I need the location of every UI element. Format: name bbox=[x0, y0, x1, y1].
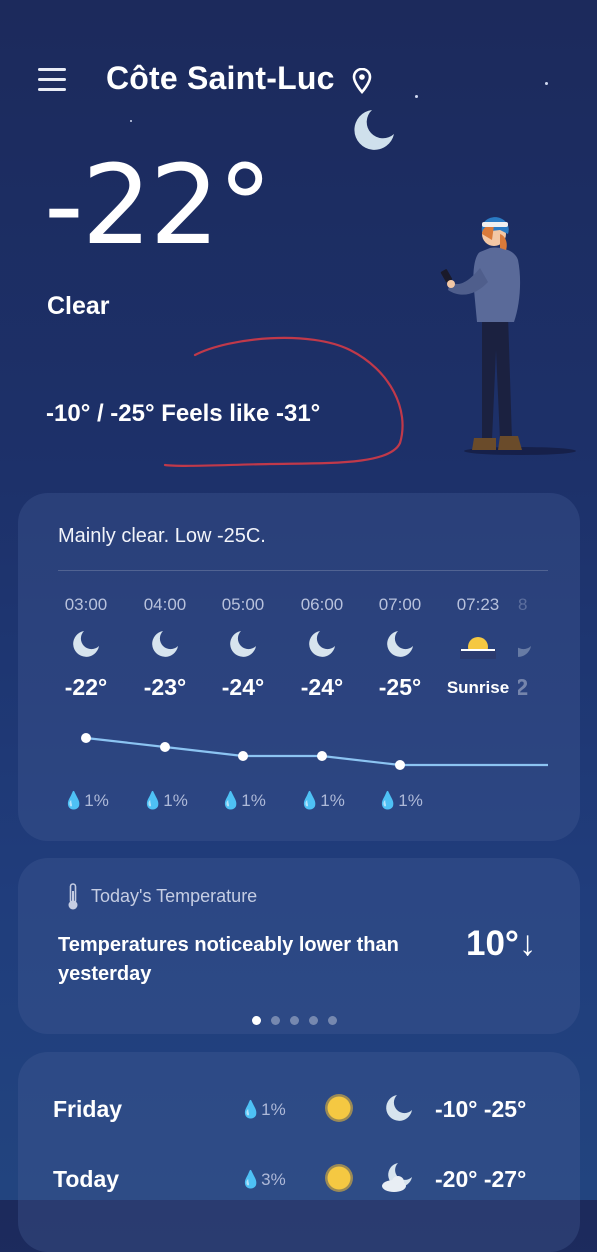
divider bbox=[58, 570, 548, 571]
sun-icon bbox=[325, 1164, 353, 1192]
hour-time: 05:00 bbox=[221, 595, 265, 614]
hour-temperature: -2 bbox=[518, 674, 529, 700]
moon-icon bbox=[152, 631, 178, 657]
trend-point bbox=[317, 751, 327, 761]
moon-icon bbox=[387, 631, 413, 657]
person-illustration bbox=[440, 217, 576, 455]
hourly-item[interactable]: 04:00 -23° bbox=[125, 595, 205, 701]
day-name: Friday bbox=[53, 1096, 123, 1122]
raindrop-icon: 💧 bbox=[377, 791, 399, 810]
hourly-item-sunrise[interactable]: 07:23 Sunrise bbox=[438, 595, 518, 698]
todays-temperature-message: Temperatures noticeably lower than yeste… bbox=[58, 934, 399, 985]
trend-point bbox=[395, 760, 405, 770]
temperature-difference: 10°↓ bbox=[466, 924, 537, 963]
day-temperatures: -20° -27° bbox=[435, 1166, 527, 1192]
hour-temperature: -22° bbox=[64, 674, 108, 700]
hour-temperature: -23° bbox=[143, 674, 187, 700]
location-pin-icon[interactable] bbox=[352, 68, 372, 94]
hourly-item[interactable]: 03:00 -22° bbox=[46, 595, 126, 701]
page-dot[interactable] bbox=[309, 1016, 318, 1025]
hourly-item[interactable]: 05:00 -24° bbox=[203, 595, 283, 701]
hourly-item[interactable]: 06:00 -24° bbox=[282, 595, 362, 701]
day-precipitation: 💧1% bbox=[240, 1100, 286, 1119]
hour-precipitation: 💧1% bbox=[377, 791, 423, 810]
hour-precipitation: 💧1% bbox=[220, 791, 266, 810]
moon-icon bbox=[309, 631, 335, 657]
hour-precipitation: 💧1% bbox=[63, 791, 109, 810]
raindrop-icon: 💧 bbox=[220, 791, 242, 810]
hour-precipitation: 💧1% bbox=[142, 791, 188, 810]
hour-precipitation: 💧1% bbox=[299, 791, 345, 810]
hourly-item[interactable]: 07:00 -25° bbox=[360, 595, 440, 701]
menu-button[interactable] bbox=[38, 66, 68, 94]
star-decoration bbox=[545, 82, 548, 85]
page-dot[interactable] bbox=[328, 1016, 337, 1025]
hour-temperature: -25° bbox=[378, 674, 422, 700]
trend-point bbox=[238, 751, 248, 761]
page-dot[interactable] bbox=[290, 1016, 299, 1025]
hour-time: 08 bbox=[518, 595, 528, 614]
hourly-forecast-card[interactable]: Mainly clear. Low -25C. 03:00 -22° 04:00… bbox=[18, 493, 580, 841]
sun-icon bbox=[325, 1094, 353, 1122]
hourly-item-partial[interactable]: 08 -2 bbox=[518, 595, 580, 835]
day-temperatures: -10° -25° bbox=[435, 1096, 527, 1122]
todays-temperature-title: Today's Temperature bbox=[91, 886, 258, 906]
star-decoration bbox=[415, 95, 418, 98]
raindrop-icon: 💧 bbox=[240, 1100, 262, 1119]
partly-cloudy-night-icon bbox=[382, 1163, 412, 1192]
thermometer-icon bbox=[68, 883, 78, 910]
hour-time: 06:00 bbox=[300, 595, 344, 614]
sunrise-icon bbox=[460, 637, 496, 659]
page-dot[interactable] bbox=[271, 1016, 280, 1025]
trend-point bbox=[160, 742, 170, 752]
moon-illustration-icon bbox=[354, 110, 394, 150]
raindrop-icon: 💧 bbox=[63, 791, 85, 810]
sunrise-label: Sunrise bbox=[446, 678, 510, 697]
day-precipitation: 💧3% bbox=[240, 1170, 286, 1189]
hour-temperature: -24° bbox=[221, 674, 265, 700]
day-name: Today bbox=[53, 1166, 120, 1192]
page-indicator[interactable] bbox=[252, 1012, 347, 1030]
page-dot[interactable] bbox=[252, 1016, 261, 1025]
trend-point bbox=[81, 733, 91, 743]
hour-time: 04:00 bbox=[143, 595, 187, 614]
daily-row[interactable]: Today 💧3% -20° -27° bbox=[18, 1154, 580, 1204]
current-temperature: -22° bbox=[44, 141, 273, 269]
hourly-summary: Mainly clear. Low -25C. bbox=[58, 525, 266, 547]
hour-time: 07:00 bbox=[378, 595, 422, 614]
location-title[interactable]: Côte Saint-Luc bbox=[106, 60, 335, 97]
current-condition: Clear bbox=[47, 292, 110, 320]
hour-time: 03:00 bbox=[64, 595, 108, 614]
moon-icon bbox=[386, 1095, 412, 1121]
moon-icon bbox=[73, 631, 99, 657]
raindrop-icon: 💧 bbox=[240, 1170, 262, 1189]
raindrop-icon: 💧 bbox=[142, 791, 164, 810]
daily-forecast-card[interactable]: Friday 💧1% -10° -25° Today 💧3% -20° -27° bbox=[18, 1052, 580, 1252]
moon-icon bbox=[518, 646, 531, 657]
raindrop-icon: 💧 bbox=[299, 791, 321, 810]
hour-time: 07:23 bbox=[456, 595, 500, 614]
red-annotation-circle bbox=[163, 336, 404, 467]
hour-temperature: -24° bbox=[300, 674, 344, 700]
star-decoration bbox=[130, 120, 132, 122]
todays-temperature-card[interactable]: Today's Temperature Temperatures noticea… bbox=[18, 858, 580, 1034]
trend-line-path bbox=[85, 736, 548, 767]
daily-row[interactable]: Friday 💧1% -10° -25° bbox=[18, 1084, 580, 1134]
moon-icon bbox=[230, 631, 256, 657]
